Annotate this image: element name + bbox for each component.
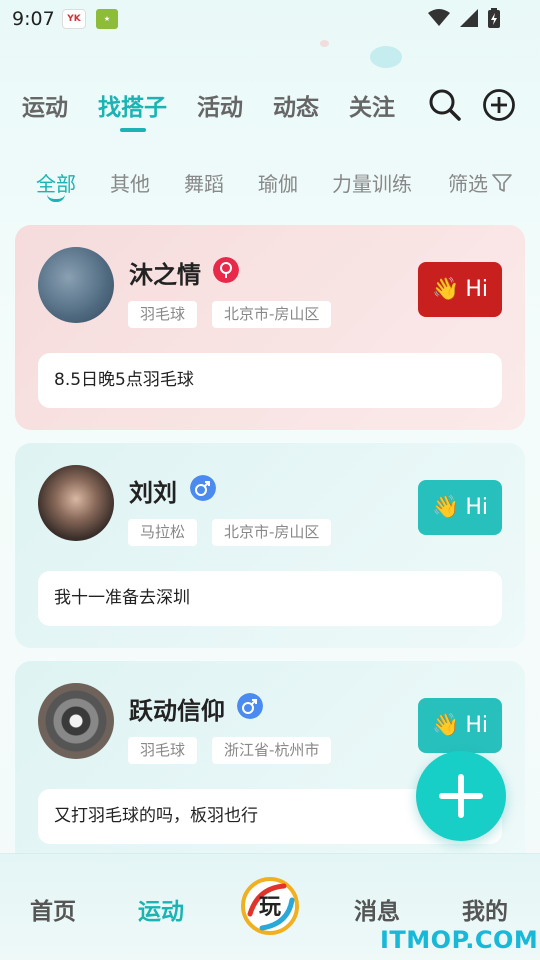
category-other[interactable]: 其他 <box>110 168 150 197</box>
avatar[interactable] <box>38 247 114 323</box>
tab-moments[interactable]: 动态 <box>273 88 319 122</box>
nav-home[interactable]: 首页 <box>30 892 76 926</box>
tab-sport[interactable]: 运动 <box>22 88 68 122</box>
decorative-bubble <box>320 40 329 47</box>
filter-button[interactable]: 筛选 <box>448 168 512 197</box>
category-yoga[interactable]: 瑜伽 <box>258 168 298 197</box>
wave-hand-icon: 👋 <box>431 495 460 520</box>
nav-sport[interactable]: 运动 <box>138 892 184 926</box>
signal-icon <box>460 9 478 27</box>
watermark: ITMOP.COM <box>380 926 539 954</box>
male-badge-icon <box>190 475 216 501</box>
user-name: 沐之情 <box>129 261 201 289</box>
location-tag: 北京市-房山区 <box>212 301 332 328</box>
svg-text:玩: 玩 <box>259 894 281 920</box>
wave-hand-icon: 👋 <box>431 713 460 738</box>
partner-card[interactable]: 刘刘 马拉松 北京市-房山区 👋 Hi 我十一准备去深圳 <box>15 443 525 648</box>
say-hi-button[interactable]: 👋 Hi <box>418 480 502 535</box>
category-active-indicator <box>47 194 65 202</box>
wifi-icon <box>428 9 450 26</box>
say-hi-button[interactable]: 👋 Hi <box>418 262 502 317</box>
category-all[interactable]: 全部 <box>36 168 76 202</box>
location-tag: 浙江省-杭州市 <box>212 737 332 764</box>
sport-tag: 羽毛球 <box>128 737 198 764</box>
user-name: 刘刘 <box>129 479 177 507</box>
add-circle-icon[interactable] <box>482 88 516 122</box>
avatar[interactable] <box>38 465 114 541</box>
search-icon[interactable] <box>428 88 462 122</box>
user-name: 跃动信仰 <box>129 697 225 725</box>
tab-active-indicator <box>119 128 146 132</box>
female-badge-icon <box>213 257 239 283</box>
partner-card[interactable]: 沐之情 羽毛球 北京市-房山区 👋 Hi 8.5日晚5点羽毛球 <box>15 225 525 430</box>
tab-activity[interactable]: 活动 <box>197 88 243 122</box>
category-tabs: 全部 其他 舞蹈 瑜伽 力量训练 <box>36 168 446 202</box>
category-dance[interactable]: 舞蹈 <box>184 168 224 197</box>
nav-mine[interactable]: 我的 <box>462 892 508 926</box>
battery-icon <box>488 8 500 28</box>
filter-icon <box>492 173 512 192</box>
category-strength[interactable]: 力量训练 <box>332 168 412 197</box>
message-text: 8.5日晚5点羽毛球 <box>38 353 502 408</box>
bottom-navigation: 首页 运动 玩 消息 我的 ITMOP.COM <box>0 853 540 960</box>
message-text: 我十一准备去深圳 <box>38 571 502 626</box>
app-notification-icon: YK <box>62 9 86 29</box>
app-notification-icon-2: ★ <box>96 9 118 29</box>
say-hi-button[interactable]: 👋 Hi <box>418 698 502 753</box>
app-logo-icon[interactable]: 玩 <box>238 874 302 938</box>
location-tag: 北京市-房山区 <box>212 519 332 546</box>
tab-following[interactable]: 关注 <box>349 88 395 122</box>
create-post-button[interactable] <box>416 751 506 841</box>
plus-icon <box>439 774 483 818</box>
status-time: 9:07 <box>12 8 55 30</box>
decorative-bubble <box>370 46 402 68</box>
male-badge-icon <box>237 693 263 719</box>
wave-hand-icon: 👋 <box>431 277 460 302</box>
top-tabs: 运动 找搭子 活动 动态 关注 <box>22 88 425 132</box>
status-bar: 9:07 YK ★ <box>0 0 540 40</box>
nav-messages[interactable]: 消息 <box>354 892 400 926</box>
sport-tag: 马拉松 <box>128 519 198 546</box>
avatar[interactable] <box>38 683 114 759</box>
sport-tag: 羽毛球 <box>128 301 198 328</box>
status-icons <box>428 8 500 28</box>
tab-find-partner[interactable]: 找搭子 <box>98 88 167 132</box>
filter-label: 筛选 <box>448 172 488 196</box>
